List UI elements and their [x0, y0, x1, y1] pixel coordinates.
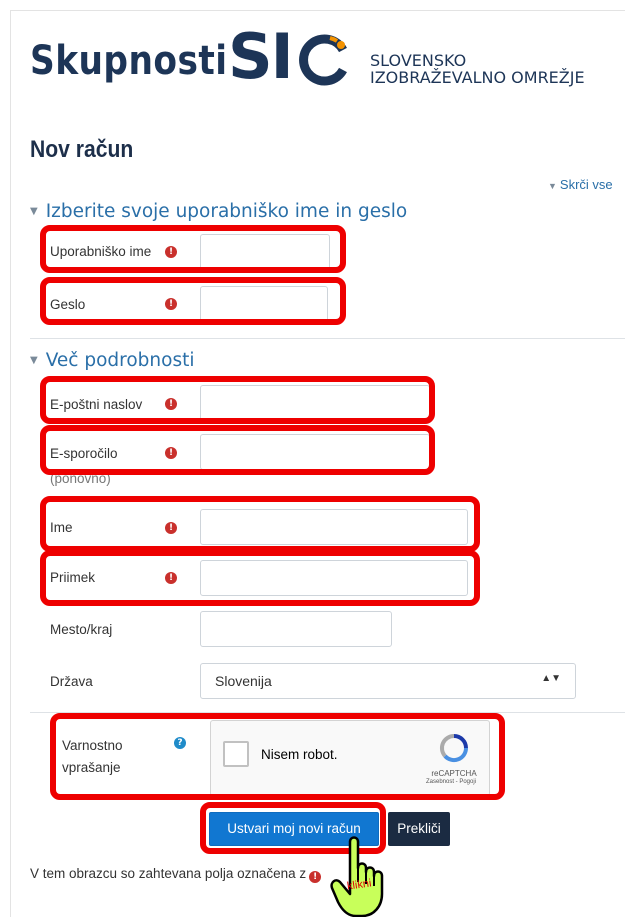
logo-sio-o-icon [299, 34, 347, 86]
triangle-down-icon: ▼ [30, 206, 38, 217]
triangle-down-icon: ▼ [548, 181, 557, 191]
collapse-all-label: Skrči vse [559, 177, 613, 192]
country-select-value: Slovenija [215, 673, 272, 689]
required-fields-note-text: V tem obrazcu so zahtevana polja označen… [30, 866, 307, 881]
highlight-frame [40, 225, 346, 273]
highlight-frame [50, 713, 505, 800]
logo-wordmark: Skupnosti [30, 38, 228, 84]
logo-subtitle-line2: IZOBRAŽEVALNO OMREŽJE [370, 68, 585, 87]
city-input[interactable] [200, 611, 392, 647]
divider [30, 338, 625, 339]
page-title: Nov račun [30, 136, 134, 163]
section-header-details[interactable]: ▼ Več podrobnosti [30, 350, 195, 371]
logo-subtitle: SLOVENSKO IZOBRAŽEVALNO OMREŽJE [370, 52, 585, 86]
country-label: Država [50, 674, 93, 689]
city-label: Mesto/kraj [50, 622, 113, 637]
section-header-login[interactable]: ▼ Izberite svoje uporabniško ime in geslo [30, 201, 407, 222]
section-title: Izberite svoje uporabniško ime in geslo [45, 201, 408, 222]
select-arrows-icon: ▲▼ [541, 673, 561, 684]
highlight-frame [40, 550, 480, 606]
triangle-down-icon: ▼ [30, 355, 38, 366]
highlight-frame [40, 376, 435, 424]
highlight-frame [40, 496, 480, 552]
pointing-hand-icon [330, 836, 384, 917]
highlight-frame [40, 277, 346, 325]
logo-subtitle-line1: SLOVENSKO [370, 51, 467, 70]
logo-sio: SI [228, 20, 294, 93]
country-select[interactable]: Slovenija ▲▼ [200, 663, 576, 699]
highlight-frame [40, 425, 435, 475]
required-fields-note: V tem obrazcu so zahtevana polja označen… [30, 866, 322, 883]
section-title: Več podrobnosti [45, 350, 195, 371]
required-icon: ! [309, 871, 322, 883]
collapse-all-link[interactable]: ▼ Skrči vse [548, 177, 613, 192]
